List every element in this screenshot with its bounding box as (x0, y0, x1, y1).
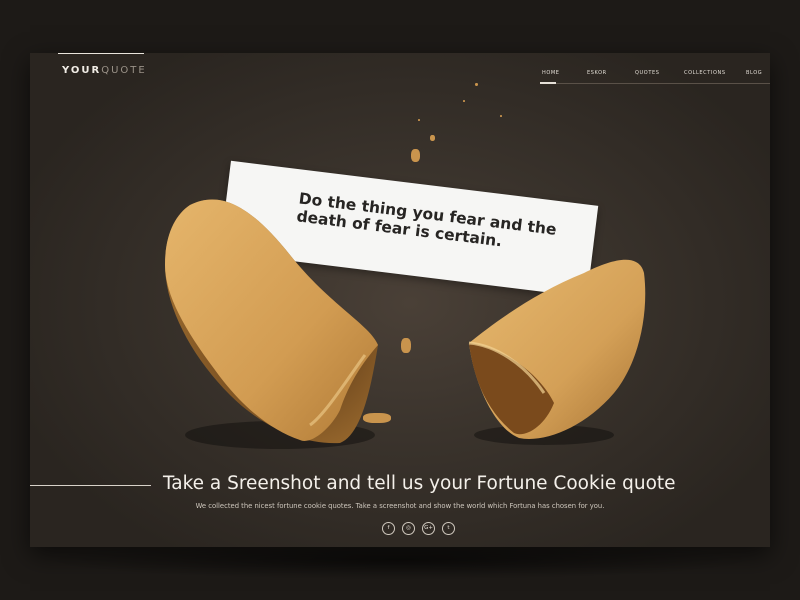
logo-top-rule (58, 53, 144, 54)
google-plus-icon[interactable]: G+ (422, 522, 435, 535)
nav-item-collections[interactable]: COLLECTIONS (684, 70, 726, 76)
instagram-icon[interactable]: ◎ (402, 522, 415, 535)
nav-active-indicator (540, 82, 556, 84)
logo-part-your: YOUR (62, 65, 102, 76)
site-logo[interactable]: YOURQUOTE (62, 65, 147, 76)
facebook-icon[interactable]: f (382, 522, 395, 535)
hero-page: YOURQUOTE HOME ESKOR QUOTES COLLECTIONS … (30, 53, 770, 547)
cookie-left-half (165, 199, 378, 449)
hero-headline: Take a Sreenshot and tell us your Fortun… (163, 473, 676, 494)
headline-accent-rule (30, 485, 151, 486)
nav-item-eskor[interactable]: ESKOR (587, 70, 607, 76)
nav-item-quotes[interactable]: QUOTES (635, 70, 660, 76)
logo-part-quote: QUOTE (101, 65, 147, 76)
nav-underline (540, 83, 770, 84)
nav-item-home[interactable]: HOME (542, 70, 560, 76)
twitter-icon[interactable]: t (442, 522, 455, 535)
social-links: f ◎ G+ t (382, 522, 455, 535)
cookie-right-half (468, 259, 646, 445)
nav-item-blog[interactable]: BLOG (746, 70, 762, 76)
hero-subtext: We collected the nicest fortune cookie q… (195, 502, 605, 510)
